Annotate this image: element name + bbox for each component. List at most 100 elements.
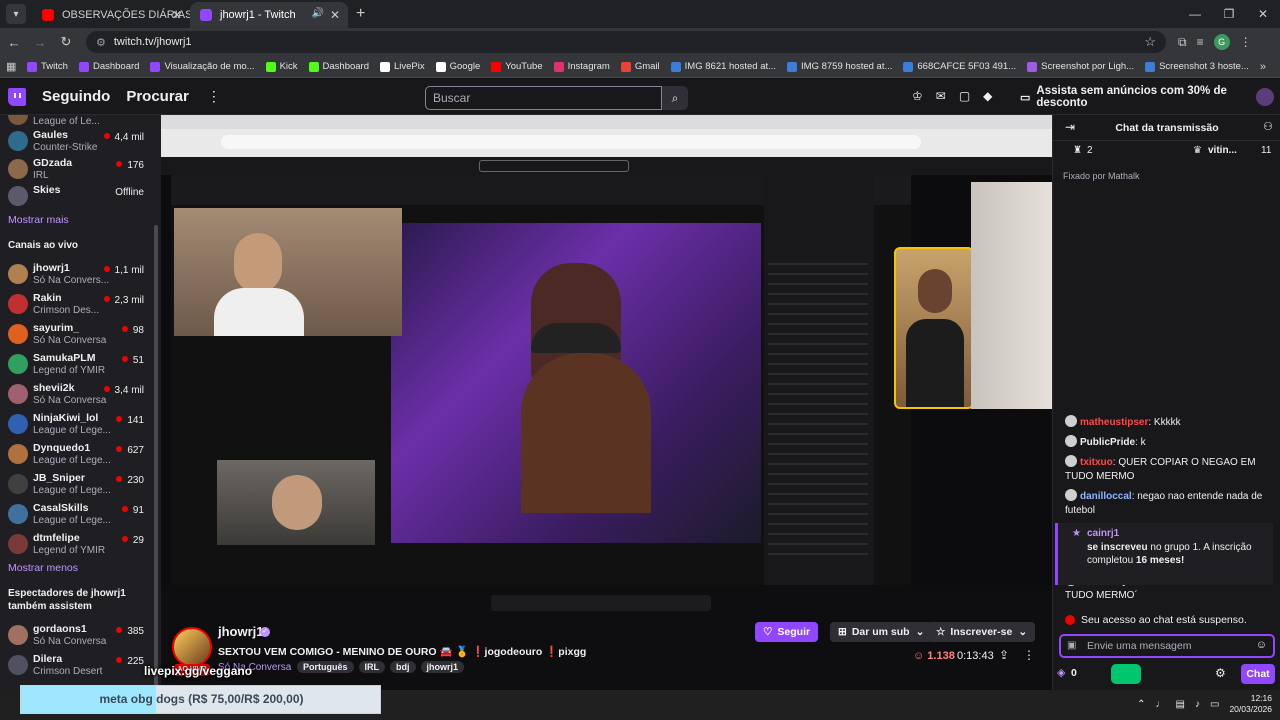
tab-twitch[interactable]: jhowrj1 - Twitch 🔊 ✕ <box>190 2 348 28</box>
sidebar-channel[interactable]: sayurim_ Só Na Conversa 98 <box>0 320 150 350</box>
chat-send-button[interactable]: Chat <box>1241 664 1275 684</box>
chat-input[interactable]: ▣ Envie uma mensagem ☺ <box>1059 634 1275 658</box>
share-icon[interactable]: ⇪ <box>999 648 1009 662</box>
tab-search-icon[interactable]: ▾ <box>6 4 26 24</box>
sidebar-channel[interactable]: Dynquedo1 League of Lege... 627 <box>0 440 150 470</box>
bookmark-item[interactable]: IMG 8759 hosted at... <box>787 61 892 72</box>
reload-icon[interactable]: ↻ <box>54 34 78 50</box>
sidebar-channel[interactable]: Dilera Crimson Desert 225 <box>0 651 150 681</box>
sidebar-channel[interactable]: shevii2k Só Na Conversa 3,4 mil <box>0 380 150 410</box>
menu-icon[interactable]: ⋮ <box>1240 35 1252 49</box>
sidebar-scrollbar[interactable] <box>154 225 158 690</box>
sidebar-channel[interactable]: Gaules Counter-Strike 4,4 mil <box>0 127 150 157</box>
forward-icon[interactable]: → <box>28 35 52 50</box>
streamer-name[interactable]: jhowrj1 <box>218 624 264 639</box>
tray-chevron-icon[interactable]: ⌃ <box>1137 699 1145 710</box>
sub-user[interactable]: cainrj1 <box>1087 528 1119 539</box>
sidebar-channel[interactable]: dtmfelipe Legend of YMIR 29 <box>0 530 150 560</box>
network-icon[interactable]: ▤ <box>1176 699 1185 710</box>
sidebar-channel[interactable]: Rakin Crimson Des... 2,3 mil <box>0 290 150 320</box>
battery-icon[interactable]: ▭ <box>1210 699 1219 710</box>
pinned-message[interactable]: Fixado por Mathalk <box>1063 171 1140 181</box>
sidebar-channel[interactable]: GDzada IRL 176 <box>0 155 150 185</box>
site-info-icon[interactable]: ⚙ <box>96 36 106 49</box>
crown-icon[interactable]: ♔ <box>912 89 923 103</box>
new-tab-icon[interactable]: + <box>356 5 365 23</box>
close-icon[interactable]: ✕ <box>172 8 182 22</box>
show-more-link[interactable]: Mostrar mais <box>8 214 69 226</box>
close-icon[interactable]: ✕ <box>330 8 340 22</box>
sidebar-channel[interactable]: NinjaKiwi_lol League of Lege... 141 <box>0 410 150 440</box>
profile-avatar[interactable]: G <box>1213 34 1230 50</box>
media-icon[interactable]: ≡ <box>1197 35 1204 49</box>
back-icon[interactable]: ← <box>2 35 26 50</box>
url-field[interactable]: ⚙ twitch.tv/jhowrj1 ☆ <box>86 31 1166 53</box>
nav-browse[interactable]: Procurar <box>126 88 189 105</box>
bookmark-item[interactable]: YouTube <box>491 61 543 72</box>
show-less-link[interactable]: Mostrar menos <box>8 562 78 574</box>
stream-tag[interactable]: Português <box>297 661 354 673</box>
bookmark-item[interactable]: Google <box>435 61 480 72</box>
search-icon[interactable]: ⌕ <box>662 86 688 110</box>
bookmark-item[interactable]: Instagram <box>553 61 610 72</box>
emote-picker-icon[interactable]: ☺ <box>1256 639 1267 651</box>
sidebar-channel[interactable]: gordaons1 Só Na Conversa 385 <box>0 621 150 651</box>
channel-points-icon[interactable]: ◈ <box>1057 666 1065 679</box>
chat-leaderboard[interactable]: ♜ 2 ♛ vitin... 11 <box>1053 142 1280 162</box>
whispers-icon[interactable]: ▢ <box>959 89 970 103</box>
stream-tag[interactable]: IRL <box>358 661 386 673</box>
chat-username[interactable]: matheustipser <box>1080 417 1148 428</box>
bookmark-item[interactable]: LivePix <box>380 61 425 72</box>
sidebar-channel[interactable]: JB_Sniper League of Lege... 230 <box>0 470 150 500</box>
clock[interactable]: 12:16 20/03/2026 <box>1229 693 1272 715</box>
user-avatar[interactable] <box>1256 88 1274 106</box>
bookmark-item[interactable]: Screenshot 3 hoste... <box>1145 61 1249 72</box>
microphone-icon[interactable]: ♩ <box>1156 699 1166 710</box>
sidebar-channel[interactable]: SamukaPLM Legend of YMIR 51 <box>0 350 150 380</box>
claim-bonus-button[interactable] <box>1111 664 1141 684</box>
bookmark-star-icon[interactable]: ☆ <box>1144 34 1156 50</box>
chat-settings-icon[interactable]: ⚙ <box>1215 666 1226 680</box>
bookmark-item[interactable]: Kick <box>265 61 298 72</box>
stream-tag[interactable]: bdj <box>390 661 416 673</box>
bookmark-item[interactable]: Twitch <box>27 61 68 72</box>
twitch-logo-icon[interactable] <box>8 87 26 106</box>
bookmark-item[interactable]: 668CAFCE 5F03 491... <box>903 61 1016 72</box>
bookmark-item[interactable]: Dashboard <box>78 61 139 72</box>
search-input[interactable]: Buscar <box>425 86 662 110</box>
maximize-icon[interactable]: ❐ <box>1212 0 1246 28</box>
nav-following[interactable]: Seguindo <box>42 88 110 105</box>
chat-username[interactable]: PublicPride <box>1080 437 1135 448</box>
more-options-icon[interactable]: ⋮ <box>1023 648 1035 662</box>
chat-username[interactable]: danilloccal <box>1080 491 1132 502</box>
stream-tag[interactable]: jhowrj1 <box>420 661 465 673</box>
notifications-icon[interactable]: ◆ <box>983 89 992 103</box>
tab-youtube[interactable]: OBSERVAÇÕES DIÁRIAS (EP. 24 ✕ <box>32 2 190 28</box>
bookmark-item[interactable]: Screenshot por Ligh... <box>1027 61 1134 72</box>
close-window-icon[interactable]: ✕ <box>1246 0 1280 28</box>
chat-username[interactable]: txitxuo <box>1080 457 1113 468</box>
streamer-avatar[interactable] <box>172 627 212 667</box>
bookmark-item[interactable]: Gmail <box>620 61 660 72</box>
video-player[interactable] <box>161 115 1052 620</box>
minimize-icon[interactable]: — <box>1178 0 1212 28</box>
community-icon[interactable]: ⚇ <box>1263 120 1273 133</box>
sidebar-channel[interactable]: Skies Offline <box>0 182 150 212</box>
volume-icon[interactable]: ♪ <box>1195 699 1200 710</box>
bookmark-item[interactable]: IMG 8621 hosted at... <box>670 61 776 72</box>
subscribe-button[interactable]: ☆ Inscrever-se ⌄ <box>928 622 1036 642</box>
more-icon[interactable]: ⋮ <box>207 88 221 105</box>
follow-button[interactable]: ♡ Seguir <box>755 622 819 642</box>
more-bookmarks-icon[interactable]: » <box>1260 61 1266 73</box>
speaker-icon[interactable]: 🔊 <box>312 8 324 19</box>
chat-badge-icon[interactable]: ▣ <box>1067 640 1076 651</box>
sidebar-channel[interactable]: CasalSkills League of Lege... 91 <box>0 500 150 530</box>
bookmark-item[interactable]: Visualização de mo... <box>150 61 255 72</box>
turbo-promo[interactable]: ▭ Assista sem anúncios com 30% de descon… <box>1020 85 1280 109</box>
apps-icon[interactable]: ▦ <box>6 60 27 73</box>
extensions-icon[interactable]: ⧉ <box>1178 35 1187 50</box>
gift-sub-button[interactable]: ⊞ Dar um sub ⌄ <box>830 622 933 642</box>
bookmark-item[interactable]: Dashboard <box>308 61 369 72</box>
inbox-icon[interactable]: ✉ <box>936 89 946 103</box>
sidebar-channel[interactable]: jhowrj1 Só Na Convers... 1,1 mil <box>0 260 150 290</box>
